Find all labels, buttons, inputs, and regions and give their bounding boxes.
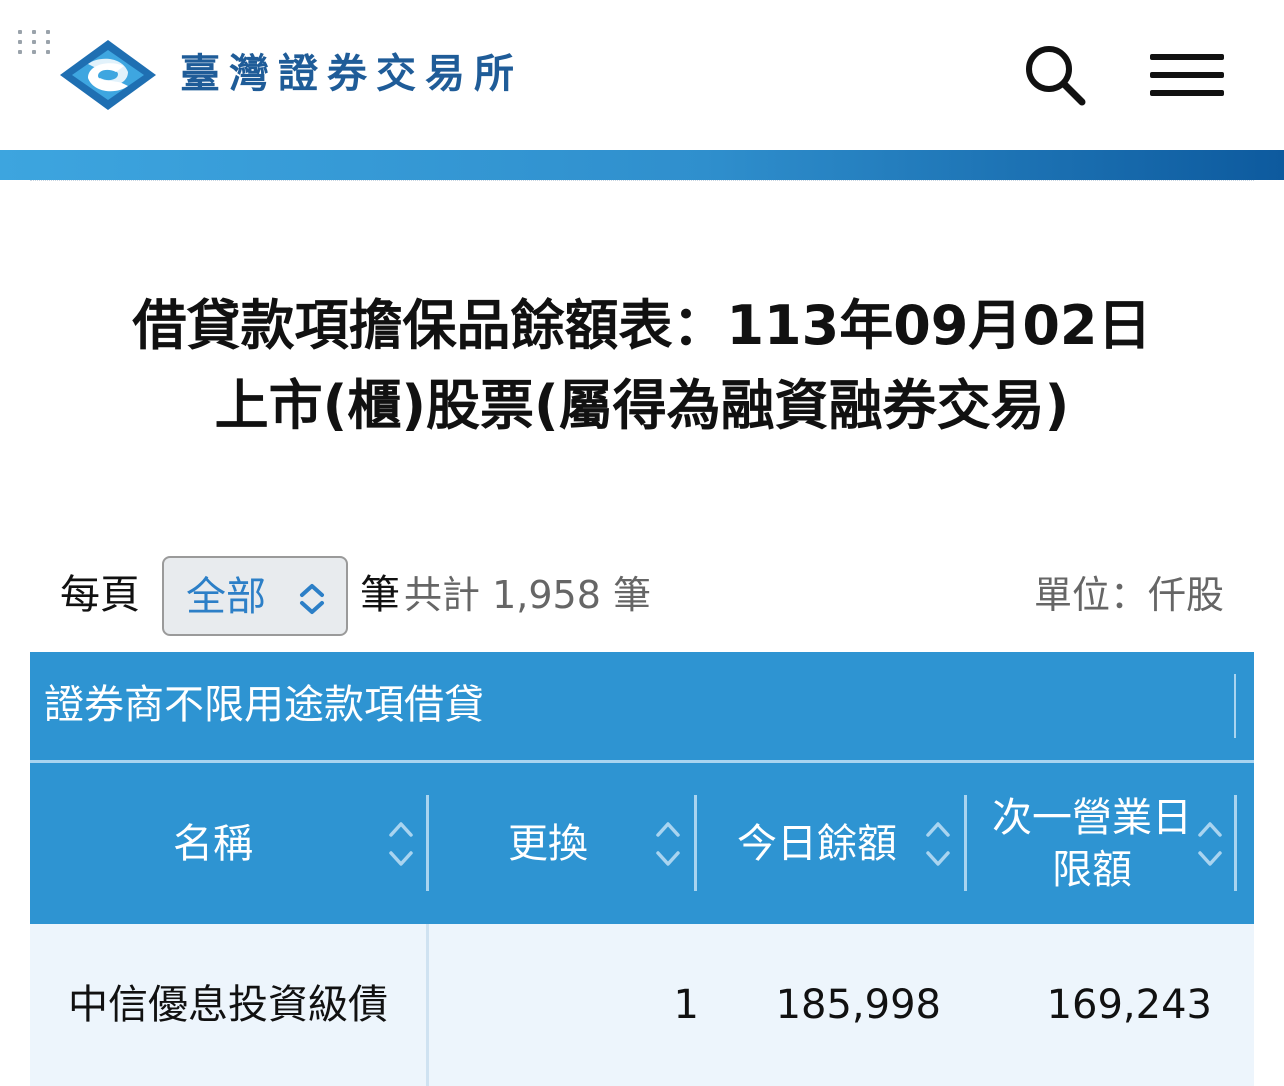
per-page-label: 每頁 [60,572,140,618]
divider [30,180,1254,181]
sort-icon [926,822,950,866]
page-title: 借貸款項擔保品餘額表：113年09月02日 上市(櫃)股票(屬得為融資融券交易) [20,286,1264,446]
column-header-label: 更換 [508,820,588,867]
sort-icon [656,822,680,866]
cell-change: 1 [673,982,699,1028]
table-row[interactable]: 中信優息投資級債 1 185,998 169,243 [30,924,1254,1086]
sort-icon [1198,822,1222,866]
divider [1234,795,1237,891]
twse-logo-icon[interactable] [58,38,158,112]
column-header-label: 名稱 [173,820,253,867]
search-icon [1026,46,1086,106]
table-caption-text: 證券商不限用途款項借貸 [44,682,484,728]
per-page-suffix: 筆 [360,572,400,618]
cell-name: 中信優息投資級債 [68,982,388,1028]
table-caption: 證券商不限用途款項借貸 [30,652,1254,760]
column-header-label: 今日餘額 [737,820,897,867]
cell-next-day-limit: 169,243 [1046,982,1212,1028]
search-button[interactable] [1022,42,1088,108]
site-header: 臺灣證券交易所 [0,0,1284,150]
per-page-select[interactable]: 全部 [162,556,348,636]
unit-label: 單位：仟股 [1033,573,1224,617]
column-header-today-balance[interactable]: 今日餘額 [697,763,967,924]
apps-dots-icon [18,30,54,54]
sort-icon [389,822,413,866]
header-gradient-band [0,150,1284,180]
column-header-next-day-limit[interactable]: 次一營業日限額 [967,763,1237,924]
table-toolbar: 每頁 全部 筆 共計 1,958 筆 單位：仟股 [60,556,1224,636]
brand-name[interactable]: 臺灣證券交易所 [180,50,523,98]
per-page-value: 全部 [186,574,266,620]
menu-line [1150,90,1224,96]
column-header-name[interactable]: 名稱 [30,763,429,924]
table-body: 中信優息投資級債 1 185,998 169,243 [30,924,1254,1086]
divider [1234,674,1236,738]
column-header-change[interactable]: 更換 [429,763,697,924]
table-header: 名稱 更換 今日餘額 次一營業日限額 [30,763,1254,924]
page-title-line1: 借貸款項擔保品餘額表：113年09月02日 [132,294,1152,357]
cell-today-balance: 185,998 [775,982,941,1028]
column-header-label: 次一營業日限額 [992,794,1192,893]
total-count: 共計 1,958 筆 [404,573,651,617]
menu-line [1150,54,1224,60]
hamburger-menu-button[interactable] [1150,52,1226,98]
data-table: 證券商不限用途款項借貸 名稱 更換 今日餘額 次一營業日限額 中信優息投資級債 … [30,652,1254,1086]
page-title-line2: 上市(櫃)股票(屬得為融資融券交易) [214,374,1070,437]
chevron-updown-icon [300,584,324,614]
menu-line [1150,72,1224,78]
